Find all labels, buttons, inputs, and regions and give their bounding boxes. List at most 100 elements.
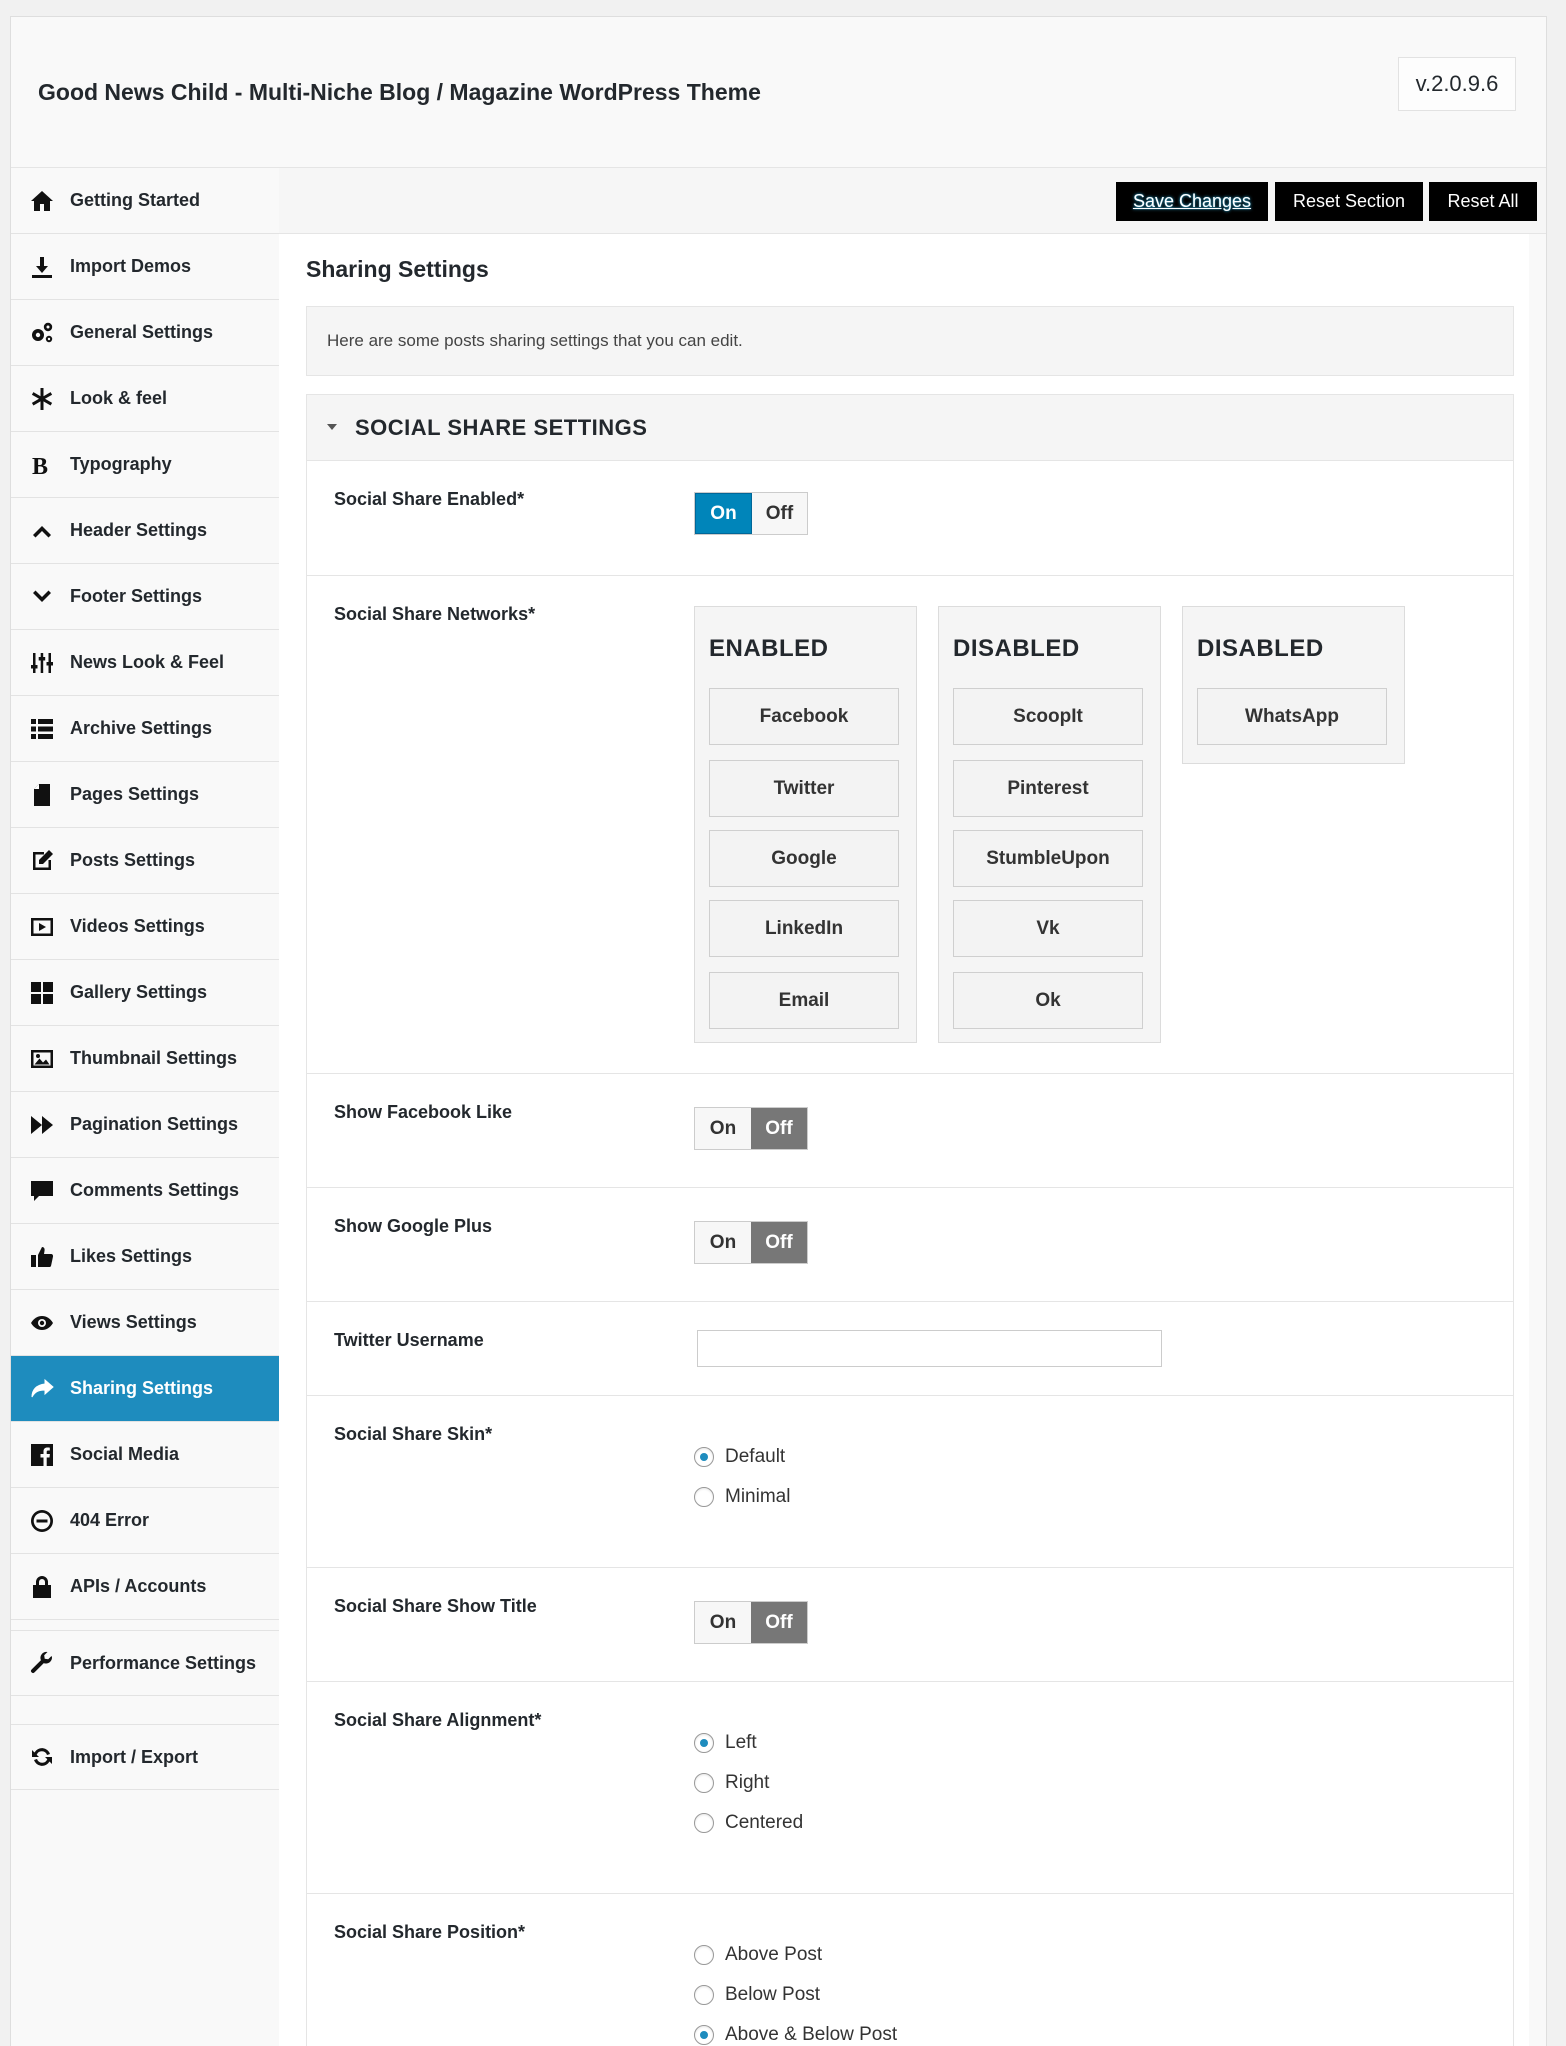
refresh-icon (29, 1744, 55, 1770)
show-title-toggle[interactable]: On Off (694, 1601, 808, 1644)
facebook-like-toggle[interactable]: On Off (694, 1107, 808, 1150)
radio-checked[interactable] (694, 1447, 714, 1467)
grid-icon (29, 980, 55, 1006)
network-chip[interactable]: ScoopIt (953, 688, 1143, 745)
skin-option-minimal[interactable]: Minimal (694, 1486, 790, 1508)
toggle-on-option[interactable]: On (695, 1108, 751, 1149)
sidebar-item-apis-accounts[interactable]: APIs / Accounts (11, 1554, 279, 1620)
sidebar-item-gallery-settings[interactable]: Gallery Settings (11, 960, 279, 1026)
position-option-above[interactable]: Above Post (694, 1944, 822, 1966)
network-chip[interactable]: Pinterest (953, 760, 1143, 817)
radio-checked[interactable] (694, 2025, 714, 2045)
bold-icon: B (29, 452, 55, 478)
sidebar-item-pagination-settings[interactable]: Pagination Settings (11, 1092, 279, 1158)
position-option-below[interactable]: Below Post (694, 1984, 820, 2006)
twitter-username-input[interactable] (697, 1330, 1162, 1367)
sidebar-item-footer-settings[interactable]: Footer Settings (11, 564, 279, 630)
eye-icon (29, 1310, 55, 1336)
share-enabled-toggle[interactable]: On Off (694, 492, 808, 535)
sidebar-item-label: Footer Settings (70, 586, 203, 606)
network-chip[interactable]: WhatsApp (1197, 688, 1387, 745)
sidebar-item-thumbnail-settings[interactable]: Thumbnail Settings (11, 1026, 279, 1092)
toggle-on-option[interactable]: On (695, 493, 752, 534)
radio-label: Centered (725, 1812, 804, 1833)
sidebar-item-archive-settings[interactable]: Archive Settings (11, 696, 279, 762)
networks-disabled-column: DISABLED ScoopIt Pinterest StumbleUpon V… (938, 606, 1161, 1043)
networks-enabled-column: ENABLED Facebook Twitter Google LinkedIn… (694, 606, 917, 1043)
field-label: Show Facebook Like (334, 1102, 513, 1122)
save-changes-button[interactable]: Save Changes (1116, 182, 1268, 221)
radio-label: Below Post (725, 1984, 821, 2005)
page-icon (29, 782, 55, 808)
sidebar-item-sharing-settings[interactable]: Sharing Settings (11, 1356, 279, 1422)
sidebar-item-likes-settings[interactable]: Likes Settings (11, 1224, 279, 1290)
sidebar-item-label: Gallery Settings (70, 982, 208, 1002)
network-chip[interactable]: Email (709, 972, 899, 1029)
alignment-option-left[interactable]: Left (694, 1732, 757, 1754)
section-description: Here are some posts sharing settings tha… (306, 306, 1514, 376)
sidebar-item-social-media[interactable]: Social Media (11, 1422, 279, 1488)
column-title: DISABLED (1197, 635, 1324, 662)
radio-unchecked[interactable] (694, 1487, 714, 1507)
sidebar-item-import-demos[interactable]: Import Demos (11, 234, 279, 300)
column-title: ENABLED (709, 635, 829, 662)
radio-label: Right (725, 1772, 770, 1793)
network-chip[interactable]: Google (709, 830, 899, 887)
sidebar-item-look-feel[interactable]: Look & feel (11, 366, 279, 432)
network-chip[interactable]: Facebook (709, 688, 899, 745)
sidebar-item-header-settings[interactable]: Header Settings (11, 498, 279, 564)
field-share-position: Social Share Position* Above Post Below … (307, 1894, 1513, 2046)
reset-all-button[interactable]: Reset All (1429, 182, 1537, 221)
network-chip[interactable]: Twitter (709, 760, 899, 817)
toggle-on-option[interactable]: On (695, 1602, 751, 1643)
sidebar-item-label: 404 Error (70, 1510, 150, 1530)
sidebar-item-pages-settings[interactable]: Pages Settings (11, 762, 279, 828)
caret-down-icon[interactable] (327, 424, 337, 430)
column-title: DISABLED (953, 635, 1080, 662)
alignment-option-right[interactable]: Right (694, 1772, 769, 1794)
field-label: Social Share Skin* (334, 1424, 493, 1444)
sidebar-item-label: Pages Settings (70, 784, 200, 804)
minus-circle-icon (29, 1508, 55, 1534)
theme-title: Good News Child - Multi-Niche Blog / Mag… (38, 79, 761, 105)
network-chip[interactable]: Ok (953, 972, 1143, 1029)
sidebar-item-getting-started[interactable]: Getting Started (11, 168, 279, 234)
position-option-above-below[interactable]: Above & Below Post (694, 2024, 897, 2046)
sidebar-item-comments-settings[interactable]: Comments Settings (11, 1158, 279, 1224)
sidebar-item-typography[interactable]: B Typography (11, 432, 279, 498)
network-chip[interactable]: StumbleUpon (953, 830, 1143, 887)
google-plus-toggle[interactable]: On Off (694, 1221, 808, 1264)
sidebar-item-news-look-feel[interactable]: News Look & Feel (11, 630, 279, 696)
radio-unchecked[interactable] (694, 1945, 714, 1965)
field-label: Twitter Username (334, 1330, 484, 1350)
sidebar-item-general-settings[interactable]: General Settings (11, 300, 279, 366)
field-facebook-like: Show Facebook Like On Off (307, 1074, 1513, 1188)
radio-unchecked[interactable] (694, 1773, 714, 1793)
sidebar-item-posts-settings[interactable]: Posts Settings (11, 828, 279, 894)
toggle-off-option[interactable]: Off (751, 1108, 807, 1149)
skin-option-default[interactable]: Default (694, 1446, 785, 1468)
wrench-icon (29, 1650, 55, 1676)
group-header[interactable]: SOCIAL SHARE SETTINGS (307, 395, 1513, 461)
sidebar-nav: Getting Started Import Demos General Set… (11, 168, 279, 2046)
sidebar-item-performance-settings[interactable]: Performance Settings (11, 1630, 279, 1696)
network-chip[interactable]: LinkedIn (709, 900, 899, 957)
radio-label: Above & Below Post (725, 2024, 898, 2045)
toggle-off-option[interactable]: Off (751, 1602, 807, 1643)
field-label: Social Share Position* (334, 1922, 526, 1942)
network-chip[interactable]: Vk (953, 900, 1143, 957)
toggle-off-option[interactable]: Off (751, 1222, 807, 1263)
radio-unchecked[interactable] (694, 1985, 714, 2005)
reset-section-button[interactable]: Reset Section (1275, 182, 1423, 221)
toggle-on-option[interactable]: On (695, 1222, 751, 1263)
toggle-off-option[interactable]: Off (752, 493, 807, 534)
radio-label: Default (725, 1446, 786, 1467)
radio-checked[interactable] (694, 1733, 714, 1753)
sidebar-item-404-error[interactable]: 404 Error (11, 1488, 279, 1554)
alignment-option-centered[interactable]: Centered (694, 1812, 803, 1834)
sidebar-item-import-export[interactable]: Import / Export (11, 1724, 279, 1790)
sidebar-item-views-settings[interactable]: Views Settings (11, 1290, 279, 1356)
sidebar-item-videos-settings[interactable]: Videos Settings (11, 894, 279, 960)
radio-unchecked[interactable] (694, 1813, 714, 1833)
group-title: SOCIAL SHARE SETTINGS (355, 415, 648, 440)
